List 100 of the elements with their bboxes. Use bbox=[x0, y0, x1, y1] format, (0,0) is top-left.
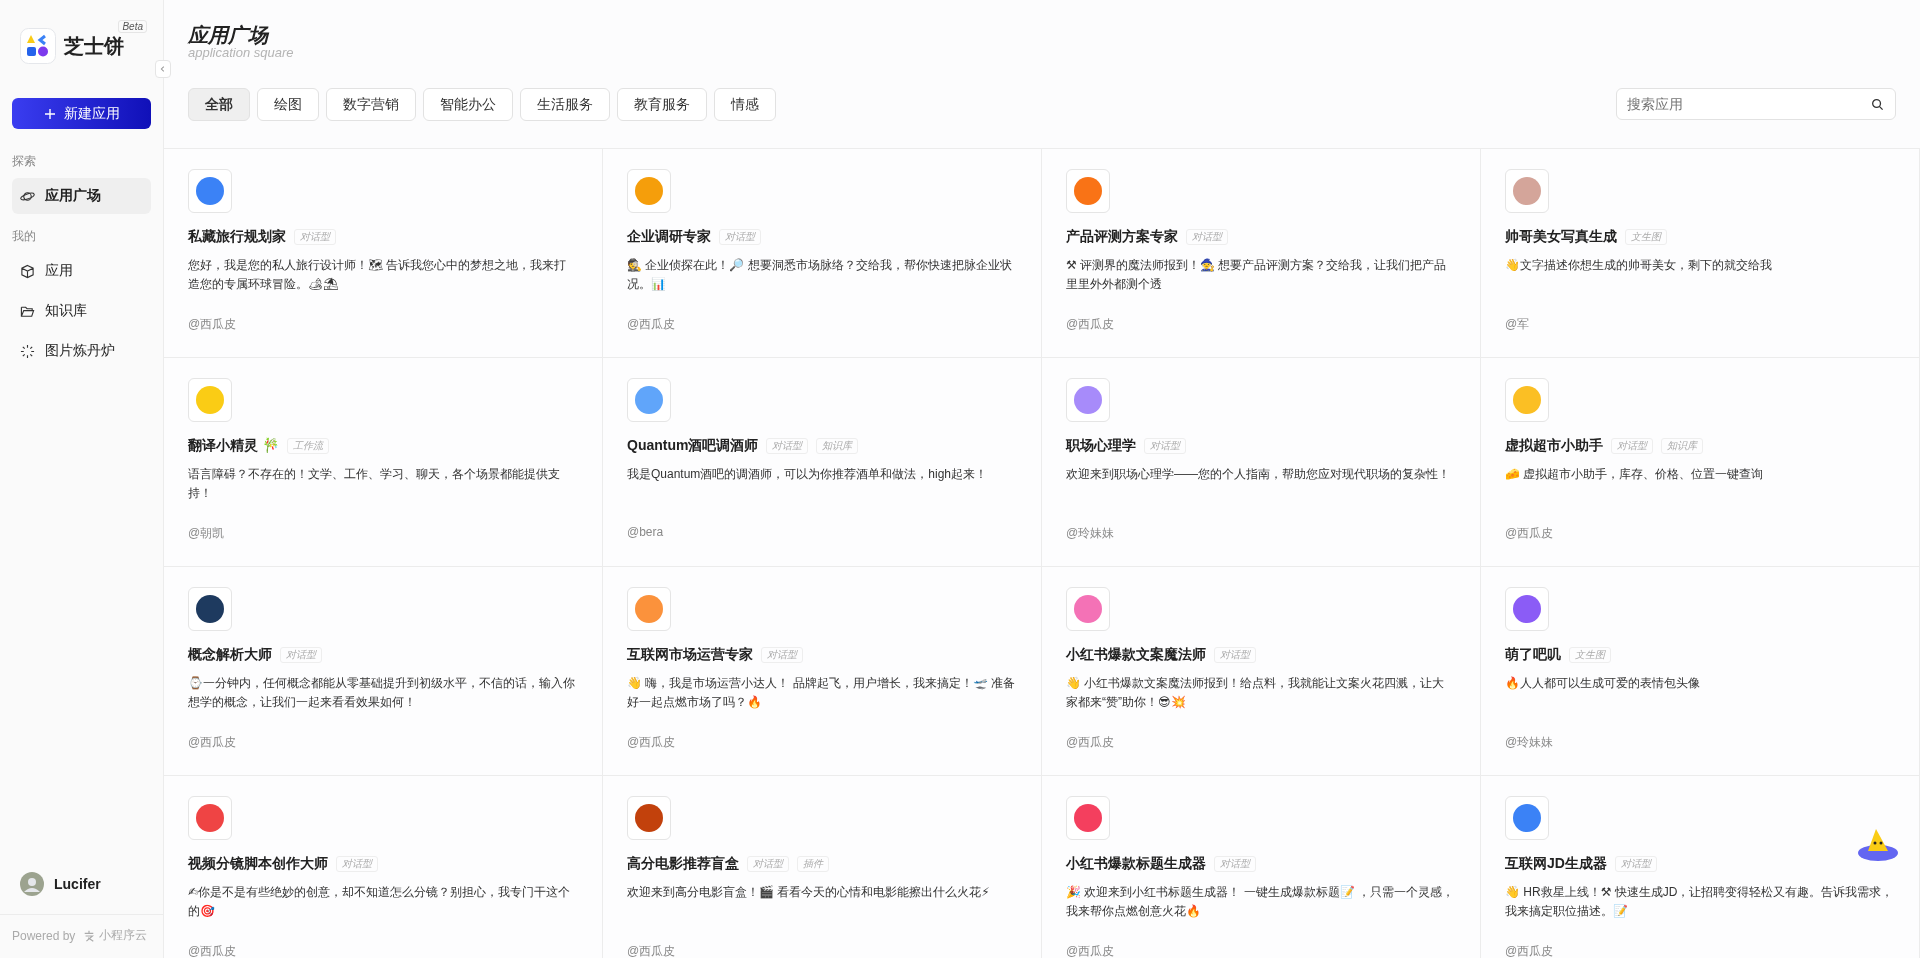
search-icon[interactable] bbox=[1871, 98, 1884, 111]
app-description: 👋 小红书爆款文案魔法师报到！给点料，我就能让文案火花四溅，让大家都来“赞”助你！😎💥 bbox=[1066, 675, 1446, 711]
app-icon bbox=[1505, 796, 1549, 840]
category-tab[interactable]: 生活服务 bbox=[520, 88, 610, 121]
app-icon bbox=[1505, 378, 1549, 422]
app-description: 🧀 虚拟超市小助手，库存、价格、位置一键查询 bbox=[1505, 466, 1765, 483]
app-name: 视频分镜脚本创作大师 bbox=[188, 855, 328, 873]
cube-icon bbox=[20, 263, 35, 279]
app-name: 虚拟超市小助手 bbox=[1505, 437, 1603, 455]
app-description: 欢迎来到职场心理学——您的个人指南，帮助您应对现代职场的复杂性！ bbox=[1066, 466, 1451, 483]
app-icon bbox=[188, 587, 232, 631]
app-description: 👋文字描述你想生成的帅哥美女，剩下的就交给我 bbox=[1505, 257, 1773, 274]
app-description: ⌚一分钟内，任何概念都能从零基础提升到初级水平，不信的话，输入你想学的概念，让我们一起来看看效果如何！ bbox=[188, 675, 576, 711]
new-app-button[interactable]: 新建应用 bbox=[12, 98, 151, 129]
app-description: ⚒ 评测界的魔法师报到！🧙 想要产品评测方案？交给我，让我们把产品里里外外都测个透 bbox=[1066, 257, 1448, 293]
app-description: 🕵 企业侦探在此！🔎 想要洞悉市场脉络？交给我，帮你快速把脉企业状况。📊 bbox=[627, 257, 1013, 293]
app-card[interactable]: 小红书爆款文案魔法师 对话型 👋 小红书爆款文案魔法师报到！给点料，我就能让文案火花四溅，让大家都来“赞”助你！😎💥 @西瓜皮 bbox=[1042, 567, 1481, 776]
type-tag: 对话型 bbox=[280, 647, 322, 663]
app-author: @西瓜皮 bbox=[1066, 943, 1116, 958]
app-card[interactable]: 产品评测方案专家 对话型 ⚒ 评测界的魔法师报到！🧙 想要产品评测方案？交给我，让我们把产品里里外外都测个透 @西瓜皮 bbox=[1042, 149, 1481, 358]
app-name: 互联网市场运营专家 bbox=[627, 646, 753, 664]
app-icon bbox=[188, 796, 232, 840]
app-card[interactable]: 职场心理学 对话型 欢迎来到职场心理学——您的个人指南，帮助您应对现代职场的复杂性！ @玲妹妹 bbox=[1042, 358, 1481, 567]
app-name: 产品评测方案专家 bbox=[1066, 228, 1178, 246]
app-name: 翻译小精灵 🎋 bbox=[188, 437, 279, 455]
type-tag: 对话型 bbox=[1186, 229, 1228, 245]
app-description: 🎉 欢迎来到小红书标题生成器！ 一键生成爆款标题📝 ，只需一个灵感，我来帮你点燃创意火花🔥 bbox=[1066, 884, 1455, 920]
app-card[interactable]: 萌了吧叽 文生图 🔥人人都可以生成可爱的表情包头像 @玲妹妹 bbox=[1481, 567, 1920, 776]
app-author: @西瓜皮 bbox=[188, 734, 238, 751]
plus-icon bbox=[43, 107, 56, 120]
app-name: Quantum酒吧调酒师 bbox=[627, 437, 759, 455]
app-description: 🔥人人都可以生成可爱的表情包头像 bbox=[1505, 675, 1701, 692]
powered-by-text: Powered by bbox=[12, 928, 76, 943]
app-card[interactable]: 私藏旅行规划家 对话型 您好，我是您的私人旅行设计师！🗺 告诉我您心中的梦想之地，我来打造您的专属环球冒险。🏕⛱ @西瓜皮 bbox=[164, 149, 603, 358]
app-name: 概念解析大师 bbox=[188, 646, 272, 664]
app-author: @西瓜皮 bbox=[1066, 734, 1116, 751]
app-icon bbox=[627, 796, 671, 840]
type-tag: 插件 bbox=[797, 856, 829, 872]
app-name: 萌了吧叽 bbox=[1505, 646, 1561, 664]
app-card[interactable]: 虚拟超市小助手 对话型 知识库 🧀 虚拟超市小助手，库存、价格、位置一键查询 @西瓜皮 bbox=[1481, 358, 1920, 567]
app-author: @西瓜皮 bbox=[1505, 525, 1555, 542]
app-name: 帅哥美女写真生成 bbox=[1505, 228, 1617, 246]
app-description: 👋 嗨，我是市场运营小达人！ 品牌起飞，用户增长，我来搞定！🛫 准备好一起点燃市场了吗？🔥 bbox=[627, 675, 1016, 711]
category-tab[interactable]: 情感 bbox=[714, 88, 776, 121]
nav-item[interactable]: 应用广场 bbox=[12, 178, 151, 214]
app-author: @西瓜皮 bbox=[627, 316, 677, 333]
category-tab[interactable]: 绘图 bbox=[257, 88, 319, 121]
sparkle-icon bbox=[20, 343, 35, 359]
app-icon bbox=[1505, 587, 1549, 631]
type-tag: 工作流 bbox=[286, 438, 329, 454]
app-author: @西瓜皮 bbox=[188, 943, 238, 958]
nav-item[interactable]: 应用 bbox=[12, 253, 151, 289]
app-icon bbox=[627, 587, 671, 631]
app-description: 👋 HR救星上线！⚒ 快速生成JD，让招聘变得轻松又有趣。告诉我需求，我来搞定职位描述。📝 bbox=[1505, 884, 1895, 920]
nav-item[interactable]: 知识库 bbox=[12, 293, 151, 329]
app-description: ✍你是不是有些绝妙的创意，却不知道怎么分镜？别担心，我专门干这个的🎯 bbox=[188, 884, 572, 920]
app-icon bbox=[627, 378, 671, 422]
app-card[interactable]: 帅哥美女写真生成 文生图 👋文字描述你想生成的帅哥美女，剩下的就交给我 @军 bbox=[1481, 149, 1920, 358]
category-tab[interactable]: 智能办公 bbox=[423, 88, 513, 121]
app-card[interactable]: 概念解析大师 对话型 ⌚一分钟内，任何概念都能从零基础提升到初级水平，不信的话，输入你想学的概念，让我们一起来看看效果如何！ @西瓜皮 bbox=[164, 567, 603, 776]
type-tag: 对话型 bbox=[294, 229, 336, 245]
app-name: 企业调研专家 bbox=[627, 228, 711, 246]
avatar[interactable] bbox=[20, 872, 44, 896]
app-name: 互联网JD生成器 bbox=[1505, 855, 1607, 873]
app-description: 欢迎来到高分电影盲盒！🎬 看看今天的心情和电影能擦出什么火花⚡ bbox=[627, 884, 991, 901]
brand-name: 芝士饼 bbox=[64, 33, 124, 59]
section-label: 我的 bbox=[12, 228, 37, 245]
app-icon bbox=[188, 169, 232, 213]
app-card[interactable]: Quantum酒吧调酒师 对话型 知识库 我是Quantum酒吧的调酒师，可以为你推荐酒单和做法，high起来！ @bera bbox=[603, 358, 1042, 567]
chevron-icon bbox=[159, 65, 167, 73]
app-name: 职场心理学 bbox=[1066, 437, 1136, 455]
app-author: @朝凯 bbox=[188, 525, 226, 542]
search-field[interactable]: 搜索应用 bbox=[1616, 88, 1896, 120]
category-tab[interactable]: 数字营销 bbox=[326, 88, 416, 121]
app-card[interactable]: 翻译小精灵 🎋 工作流 语言障碍？不存在的！文学、工作、学习、聊天，各个场景都能提供支持！ @朝凯 bbox=[164, 358, 603, 567]
app-author: @玲妹妹 bbox=[1066, 525, 1116, 542]
type-tag: 对话型 bbox=[766, 438, 809, 454]
page-subtitle: application square bbox=[188, 45, 295, 60]
app-author: @玲妹妹 bbox=[1505, 734, 1555, 751]
app-card[interactable]: 企业调研专家 对话型 🕵 企业侦探在此！🔎 想要洞悉市场脉络？交给我，帮你快速把脉企业状况。📊 @西瓜皮 bbox=[603, 149, 1042, 358]
app-icon bbox=[1066, 169, 1110, 213]
type-tag: 对话型 bbox=[719, 229, 761, 245]
type-tag: 对话型 bbox=[336, 856, 378, 872]
type-tag: 对话型 bbox=[1144, 438, 1186, 454]
section-label: 探索 bbox=[12, 153, 37, 170]
app-author: @西瓜皮 bbox=[1066, 316, 1116, 333]
type-tag: 对话型 bbox=[1614, 856, 1657, 872]
app-author: @bera bbox=[627, 525, 665, 539]
logo-icon bbox=[20, 28, 56, 64]
app-icon bbox=[627, 169, 671, 213]
app-card[interactable]: 互联网市场运营专家 对话型 👋 嗨，我是市场运营小达人！ 品牌起飞，用户增长，我来搞定！🛫 准备好一起点燃市场了吗？🔥 @西瓜皮 bbox=[603, 567, 1042, 776]
type-tag: 文生图 bbox=[1569, 647, 1611, 663]
type-tag: 对话型 bbox=[747, 856, 789, 872]
page-title: 应用广场 bbox=[188, 23, 270, 48]
app-icon bbox=[1066, 378, 1110, 422]
nav-item[interactable]: 图片炼丹炉 bbox=[12, 333, 151, 369]
category-tab[interactable]: 全部 bbox=[188, 88, 250, 121]
cloud-logo-icon bbox=[83, 929, 96, 942]
category-tab[interactable]: 教育服务 bbox=[617, 88, 707, 121]
type-tag: 对话型 bbox=[761, 647, 803, 663]
